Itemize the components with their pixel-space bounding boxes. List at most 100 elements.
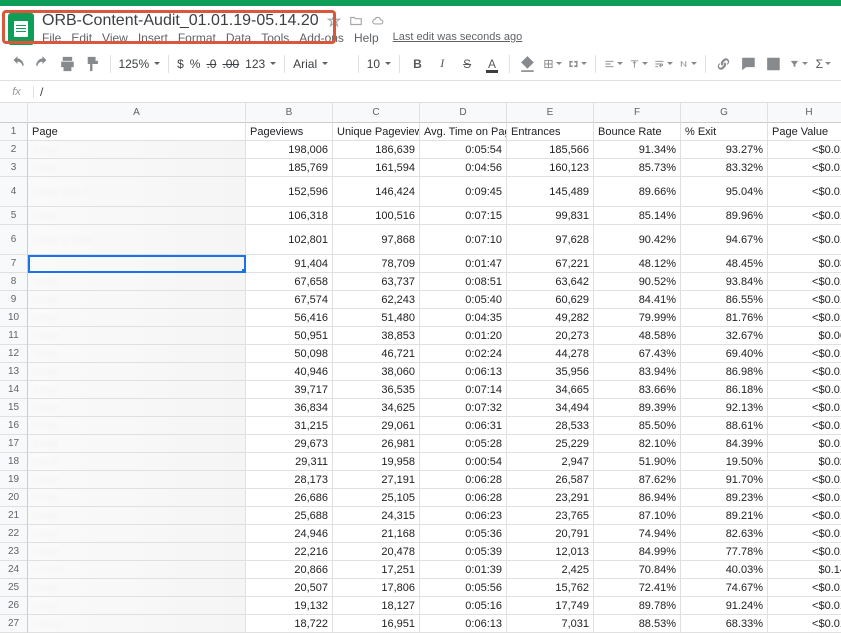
cell[interactable]: 0:06:23 (420, 507, 507, 525)
row-number[interactable]: 2 (0, 141, 28, 159)
chart-icon[interactable] (764, 54, 783, 74)
row-number[interactable]: 10 (0, 309, 28, 327)
cell[interactable]: 87.62% (594, 471, 681, 489)
valign-icon[interactable] (629, 54, 648, 74)
menu-help[interactable]: Help (354, 31, 379, 45)
cell[interactable]: 89.78% (594, 597, 681, 615)
cloud-status-icon[interactable] (371, 14, 385, 28)
header-cell[interactable]: Page Value (768, 123, 841, 141)
cell[interactable]: 20,273 (507, 327, 594, 345)
paint-format-icon[interactable] (83, 54, 102, 74)
cell[interactable]: 0:06:13 (420, 363, 507, 381)
cell[interactable]: 0:07:14 (420, 381, 507, 399)
cell[interactable]: /blog/ (28, 399, 246, 417)
cell[interactable]: 23,291 (507, 489, 594, 507)
cell[interactable]: /blog/ (28, 579, 246, 597)
doc-title[interactable]: ORB-Content-Audit_01.01.19-05.14.20 (42, 12, 319, 30)
cell[interactable]: 88.53% (594, 615, 681, 633)
comment-icon[interactable] (739, 54, 758, 74)
cell[interactable]: 85.73% (594, 159, 681, 177)
row-number[interactable]: 1 (0, 123, 28, 141)
cell[interactable]: /blog/ use-it (28, 177, 246, 207)
cell[interactable]: 67,574 (246, 291, 333, 309)
cell[interactable]: 20,866 (246, 561, 333, 579)
row-number[interactable]: 17 (0, 435, 28, 453)
cell[interactable]: 17,251 (333, 561, 420, 579)
move-icon[interactable] (349, 14, 363, 28)
cell[interactable]: <$0.01 (768, 579, 841, 597)
row-number[interactable]: 25 (0, 579, 28, 597)
cell[interactable]: 16,951 (333, 615, 420, 633)
menu-data[interactable]: Data (226, 31, 251, 45)
cell[interactable]: <$0.01 (768, 417, 841, 435)
cell[interactable]: <$0.01 (768, 471, 841, 489)
cell[interactable]: 15,762 (507, 579, 594, 597)
col-header[interactable]: E (507, 103, 594, 123)
cell[interactable]: <$0.01 (768, 207, 841, 225)
cell[interactable]: 36,834 (246, 399, 333, 417)
cell[interactable]: <$0.01 (768, 489, 841, 507)
cell[interactable]: /blog/ (28, 345, 246, 363)
col-header[interactable]: H (768, 103, 841, 123)
row-number[interactable]: 5 (0, 207, 28, 225)
undo-icon[interactable] (8, 54, 27, 74)
header-cell[interactable]: Pageviews (246, 123, 333, 141)
strike-button[interactable]: S (458, 54, 477, 74)
cell[interactable]: 185,566 (507, 141, 594, 159)
cell[interactable]: 106,318 (246, 207, 333, 225)
cell[interactable]: /blog/ (28, 309, 246, 327)
cell[interactable]: /portf (28, 453, 246, 471)
cell[interactable]: 145,489 (507, 177, 594, 207)
cell[interactable]: /blog/ (28, 381, 246, 399)
menu-tools[interactable]: Tools (261, 31, 289, 45)
cell[interactable]: 97,628 (507, 225, 594, 255)
cell[interactable]: 94.67% (681, 225, 768, 255)
cell[interactable]: /blog/ (28, 471, 246, 489)
row-number[interactable]: 6 (0, 225, 28, 255)
header-cell[interactable]: Page (28, 123, 246, 141)
cell[interactable]: 63,737 (333, 273, 420, 291)
cell[interactable]: 82.63% (681, 525, 768, 543)
cell[interactable]: 0:02:24 (420, 345, 507, 363)
cell[interactable]: 18,722 (246, 615, 333, 633)
row-number[interactable]: 9 (0, 291, 28, 309)
cell[interactable]: 19,132 (246, 597, 333, 615)
cell[interactable]: 38,853 (333, 327, 420, 345)
cell[interactable]: 17,806 (333, 579, 420, 597)
cell[interactable]: 0:05:36 (420, 525, 507, 543)
cell[interactable]: 91.70% (681, 471, 768, 489)
cell[interactable]: 89.39% (594, 399, 681, 417)
cell[interactable]: 17,749 (507, 597, 594, 615)
cell[interactable]: 0:07:32 (420, 399, 507, 417)
cell[interactable]: 0:07:10 (420, 225, 507, 255)
cell[interactable]: <$0.01 (768, 141, 841, 159)
cell[interactable]: 83.66% (594, 381, 681, 399)
cell[interactable]: 40.03% (681, 561, 768, 579)
row-number[interactable]: 7 (0, 255, 28, 273)
cell[interactable]: 31,215 (246, 417, 333, 435)
cell[interactable]: 0:05:54 (420, 141, 507, 159)
cell[interactable]: 7,031 (507, 615, 594, 633)
col-header[interactable]: B (246, 103, 333, 123)
cell[interactable]: 34,665 (507, 381, 594, 399)
cell[interactable]: 82.10% (594, 435, 681, 453)
cell[interactable]: 90.52% (594, 273, 681, 291)
halign-icon[interactable] (604, 54, 623, 74)
menu-insert[interactable]: Insert (138, 31, 168, 45)
cell[interactable]: 160,123 (507, 159, 594, 177)
row-number[interactable]: 12 (0, 345, 28, 363)
col-header[interactable]: G (681, 103, 768, 123)
cell[interactable]: 85.14% (594, 207, 681, 225)
cell[interactable]: 29,061 (333, 417, 420, 435)
cell[interactable]: 39,717 (246, 381, 333, 399)
cell[interactable]: 22,216 (246, 543, 333, 561)
cell[interactable]: 12,013 (507, 543, 594, 561)
cell[interactable]: 19.50% (681, 453, 768, 471)
cell[interactable]: 36,535 (333, 381, 420, 399)
cell[interactable]: 34,494 (507, 399, 594, 417)
cell[interactable]: /blog/ (28, 363, 246, 381)
cell[interactable]: <$0.01 (768, 273, 841, 291)
menu-addons[interactable]: Add-ons (299, 31, 344, 45)
cell[interactable]: 25,688 (246, 507, 333, 525)
cell[interactable]: 19,958 (333, 453, 420, 471)
